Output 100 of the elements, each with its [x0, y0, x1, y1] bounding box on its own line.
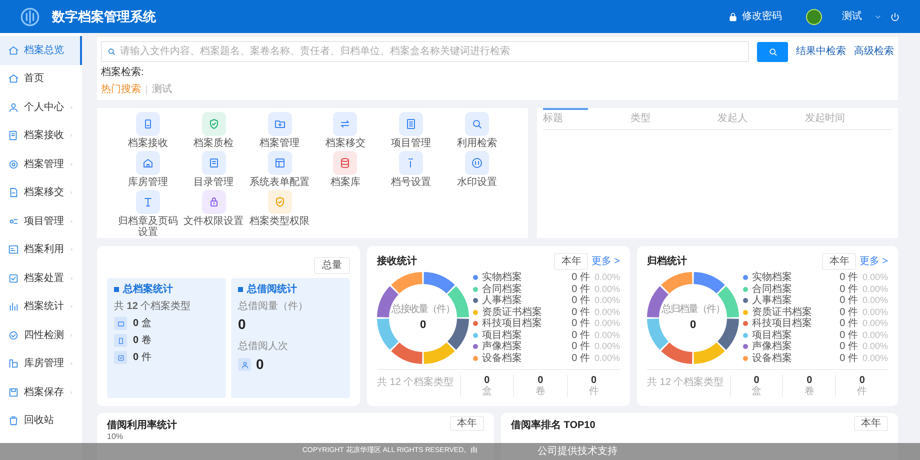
- shortcut-button[interactable]: 水印设置: [444, 151, 510, 188]
- search-field[interactable]: 请输入文件内容、档案题名、案卷名称、责任者、归档单位、档案盒名称关键词进行检索: [101, 41, 749, 62]
- user-avatar: [806, 8, 822, 24]
- shortcut-button[interactable]: 库房管理: [115, 151, 181, 188]
- menu-item-icon: [8, 102, 19, 113]
- legend-count: 0 件: [572, 340, 590, 353]
- stat-value: 0: [238, 315, 247, 334]
- legend-count: 0 件: [572, 306, 590, 318]
- stat-label: 总借阅量（件）: [238, 300, 309, 314]
- shortcut-icon: [274, 118, 286, 130]
- search-link[interactable]: 结果中检索: [796, 44, 846, 59]
- tab-indicator: [543, 108, 588, 110]
- sidebar-item[interactable]: 档案处置: [0, 264, 82, 292]
- legend-percent: 0.00%: [593, 306, 620, 318]
- sidebar-item[interactable]: 档案统计: [0, 292, 82, 321]
- hot-search-label: 热门搜索: [101, 82, 141, 97]
- total-value: 0: [806, 375, 812, 386]
- legend-label: 设备档案: [482, 352, 523, 366]
- sidebar-item[interactable]: 项目管理: [0, 207, 82, 236]
- legend-percent: 0.00%: [861, 271, 888, 284]
- sidebar-item[interactable]: 档案利用: [0, 236, 82, 264]
- shortcut-button[interactable]: 档案类型权限: [246, 190, 312, 238]
- column-header: 发起人: [718, 112, 748, 126]
- period-select[interactable]: 本年: [450, 416, 484, 431]
- sidebar-item[interactable]: 个人中心: [0, 93, 82, 122]
- legend-percent: 0.00%: [861, 328, 888, 342]
- shortcut-button[interactable]: 系统表单配置: [246, 151, 312, 188]
- legend-count: 0 件: [840, 306, 858, 318]
- shortcut-button[interactable]: 归档章及页码设置: [115, 190, 181, 238]
- period-select[interactable]: 总量: [314, 257, 350, 274]
- card-title: 接收统计: [377, 254, 418, 269]
- shortcut-button[interactable]: 档号设置: [378, 151, 444, 188]
- sidebar-item[interactable]: 档案接收: [0, 122, 82, 150]
- legend-label: 实物档案: [482, 270, 523, 284]
- legend-percent: 0.00%: [861, 306, 888, 318]
- power-icon[interactable]: [890, 12, 900, 22]
- search-label: 档案检索:: [101, 66, 145, 80]
- shortcut-button[interactable]: 文件权限设置: [180, 190, 247, 238]
- total-value: 0: [754, 375, 760, 386]
- sidebar-item[interactable]: 首页: [0, 64, 82, 93]
- menu-item-icon: [8, 44, 19, 56]
- menu-item-icon: [8, 386, 19, 398]
- legend-label: 合同档案: [752, 282, 793, 295]
- sidebar-item[interactable]: 回收站: [0, 406, 82, 435]
- sidebar-item[interactable]: 四性检测: [0, 321, 82, 350]
- panel-title: 总借阅统计: [247, 282, 297, 297]
- more-link[interactable]: 更多 >: [859, 254, 888, 269]
- shortcut-button[interactable]: 档案接收: [115, 112, 181, 149]
- legend-label: 人事档案: [482, 294, 523, 306]
- legend-label: 项目档案: [752, 328, 793, 341]
- shortcut-icon: [208, 157, 220, 169]
- sidebar-item[interactable]: 档案保存: [0, 378, 82, 406]
- card-title: 借阅率排名 TOP10: [511, 418, 596, 433]
- legend-count: 0 件: [572, 317, 590, 330]
- more-link[interactable]: 更多 >: [591, 254, 620, 269]
- search-button[interactable]: [757, 42, 788, 62]
- sidebar-item[interactable]: 档案管理: [0, 150, 82, 178]
- period-select[interactable]: 本年: [854, 416, 888, 431]
- menu-item-icon: [8, 73, 19, 84]
- menu-item-icon: [8, 187, 19, 198]
- period-select[interactable]: 本年: [822, 253, 856, 270]
- menu-item-icon: [8, 301, 19, 312]
- legend-count: 0 件: [840, 271, 858, 284]
- shortcut-icon: [142, 157, 154, 169]
- period-select[interactable]: 本年: [554, 253, 588, 270]
- legend-percent: 0.00%: [861, 294, 888, 307]
- sidebar-item[interactable]: 档案总览: [0, 36, 82, 64]
- stat-label: 总借阅人次: [238, 340, 289, 354]
- legend-count: 0 件: [572, 271, 590, 284]
- shortcut-button[interactable]: 利用检索: [444, 112, 510, 149]
- legend-label: 科技项目档案: [752, 316, 813, 330]
- shortcut-button[interactable]: 目录管理: [180, 151, 247, 188]
- user-menu[interactable]: 测试: [842, 9, 862, 24]
- legend-label: 设备档案: [752, 352, 793, 366]
- shortcut-icon: [339, 118, 352, 130]
- unit-glyph-icon: [116, 336, 124, 344]
- sidebar-item[interactable]: 档案移交: [0, 178, 82, 207]
- shortcut-button[interactable]: 档案质检: [180, 112, 247, 149]
- shortcut-button[interactable]: 档案库: [312, 151, 378, 188]
- archive-summary: 共 12 个档案类型: [114, 300, 192, 314]
- legend-count: 0 件: [840, 352, 858, 366]
- legend-percent: 0.00%: [861, 282, 888, 296]
- type-summary: 共 12 个档案类型: [377, 376, 455, 390]
- menu-item-icon: [8, 158, 19, 170]
- search-link[interactable]: 高级检索: [854, 44, 894, 59]
- donut-center-label: 总归档量（件）: [662, 302, 724, 318]
- sidebar-item[interactable]: 库房管理: [0, 350, 82, 378]
- shortcut-button[interactable]: 档案管理: [246, 112, 312, 149]
- unit-count: 0 卷: [133, 334, 152, 348]
- unit-count: 0 件: [133, 351, 152, 365]
- shortcut-button[interactable]: 项目管理: [378, 112, 444, 149]
- unit-glyph-icon: [116, 354, 124, 362]
- total-value: 0: [591, 375, 597, 386]
- shortcut-icon: [274, 157, 286, 169]
- legend-label: 资质证书档案: [482, 306, 543, 318]
- change-password-link[interactable]: 修改密码: [728, 9, 782, 24]
- total-value: 0: [484, 375, 490, 386]
- shortcut-button[interactable]: 档案移交: [312, 112, 378, 149]
- search-icon: [768, 46, 778, 56]
- legend-percent: 0.00%: [861, 317, 888, 330]
